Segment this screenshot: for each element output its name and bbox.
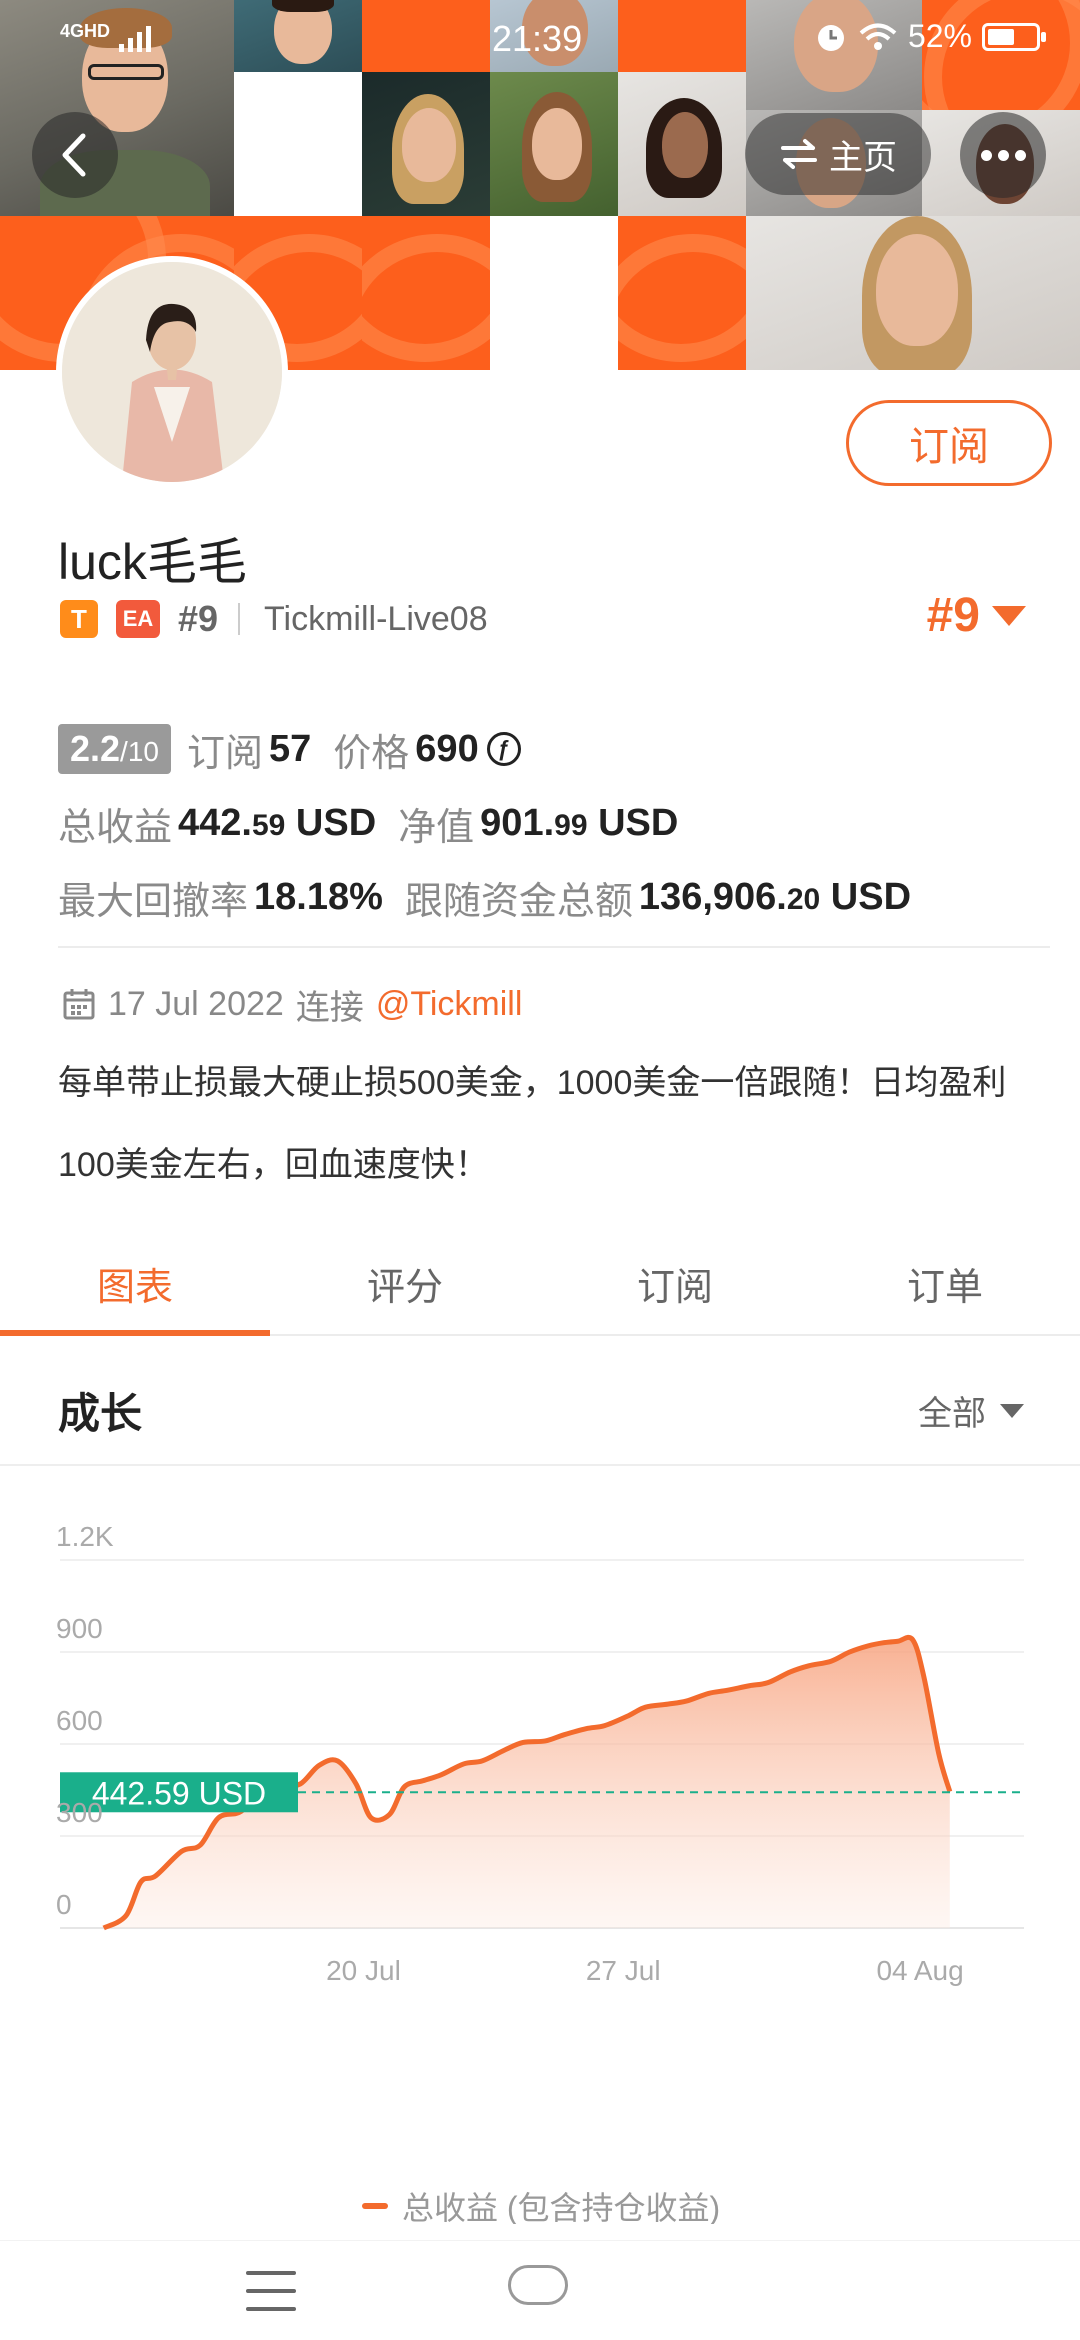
network-indicator: 4GHD (60, 22, 157, 54)
connect-info: 17 Jul 2022 连接 @Tickmill (62, 982, 523, 1027)
broker-link[interactable]: @Tickmill (376, 985, 523, 1024)
status-bar: 4GHD 21:39 52% (0, 0, 1080, 80)
total-profit-value: 442.59 USD (178, 801, 377, 844)
more-button[interactable] (960, 112, 1046, 198)
bottom-bar (0, 2240, 1080, 2340)
growth-chart-svg: 442.59 USD 0 300 600 900 1.2K 20 Jul 27 Jul 04 … (56, 1521, 1024, 1986)
home-label: 主页 (829, 138, 897, 177)
badge-ea: EA (116, 600, 160, 638)
growth-chart[interactable]: 442.59 USD 0 300 600 900 1.2K 20 Jul 27 Jul 04 … (0, 1468, 1080, 2228)
back-button[interactable] (32, 112, 118, 198)
y-tick-label: 0 (56, 1889, 72, 1920)
banner-photo-woman-blonde (362, 72, 490, 216)
dot-icon (1014, 149, 1026, 161)
legend-swatch (362, 2203, 388, 2209)
chart-title: 成长 (58, 1390, 143, 1437)
tab-rating[interactable]: 评分 (270, 1232, 540, 1334)
rank-dropdown[interactable]: #9 (927, 588, 1026, 643)
alarm-icon (817, 24, 844, 51)
battery-icon (982, 22, 1046, 51)
max-drawdown-label: 最大回撤率 (58, 880, 249, 923)
follow-funds-label: 跟随资金总额 (404, 880, 633, 923)
y-tick-label: 1.2K (56, 1521, 114, 1552)
divider (58, 946, 1050, 948)
price-value: 690 (415, 727, 479, 770)
coin-icon: ƒ (486, 732, 521, 766)
watermark (508, 2265, 568, 2305)
account-name: Tickmill-Live08 (264, 599, 488, 638)
y-tick-label: 900 (56, 1613, 103, 1644)
banner-photo-woman-curly (618, 72, 746, 216)
x-tick-label: 20 Jul (326, 1955, 401, 1986)
score-denominator: /10 (120, 736, 159, 767)
banner-tile (362, 216, 490, 370)
stats-block: 2.2/10 订阅 57 价格 690 ƒ 总收益 442.59 USD 净值 … (58, 712, 1038, 934)
legend-label: 总收益 (包含持仓收益) (402, 2190, 721, 2224)
equity-label: 净值 (398, 806, 475, 849)
banner-tile (618, 216, 746, 370)
current-value-label: 442.59 USD (92, 1775, 266, 1811)
subscribe-button[interactable]: 订阅 (846, 400, 1052, 486)
trader-meta: T EA #9 Tickmill-Live08 (60, 596, 488, 642)
connect-date: 17 Jul 2022 (108, 984, 284, 1023)
chart-header: 成长 全部 (0, 1336, 1080, 1466)
status-time: 21:39 (492, 18, 583, 59)
total-profit-label: 总收益 (58, 806, 173, 849)
subscribe-count-label: 订阅 (186, 732, 263, 775)
wifi-icon (859, 23, 897, 50)
trader-name: luck毛毛 (58, 534, 247, 590)
score-badge: 2.2/10 (58, 724, 171, 774)
equity-value: 901.99 USD (480, 801, 679, 844)
dot-icon (997, 149, 1009, 161)
caret-down-icon (992, 605, 1026, 626)
x-tick-label: 27 Jul (586, 1955, 661, 1986)
follow-funds-value: 136,906.20 USD (638, 875, 912, 918)
dot-icon (980, 149, 992, 161)
rank-value: #9 (926, 589, 980, 642)
x-tick-label: 04 Aug (876, 1955, 963, 1986)
switch-arrows-icon (781, 139, 817, 169)
subscribe-count: 57 (269, 727, 312, 770)
weibo-logo-icon (508, 2265, 568, 2305)
signal-icon (119, 26, 152, 52)
connect-text: 连接 (295, 988, 364, 1027)
banner-photo-woman-laughing (746, 216, 1080, 370)
tab-bar: 图表 评分 订阅 订单 (0, 1232, 1080, 1336)
y-tick-label: 600 (56, 1705, 103, 1736)
y-tick-label: 300 (56, 1797, 103, 1828)
calendar-icon (63, 989, 95, 1020)
badge-t: T (60, 600, 98, 638)
price-label: 价格 (333, 732, 410, 775)
max-drawdown-value: 18.18% (254, 875, 383, 918)
battery-percent: 52% (907, 18, 972, 54)
banner-photo-woman-park (490, 72, 618, 216)
switch-home-button[interactable]: 主页 (745, 113, 931, 195)
tab-orders[interactable]: 订单 (810, 1232, 1080, 1334)
avatar[interactable] (56, 256, 288, 488)
range-dropdown[interactable]: 全部 (918, 1386, 1024, 1435)
caret-down-icon (1000, 1403, 1024, 1418)
strategy-description: 每单带止损最大硬止损500美金，1000美金一倍跟随！日均盈利100美金左右，回… (58, 1064, 1007, 1184)
divider (238, 603, 241, 635)
chevron-left-icon (62, 133, 86, 177)
avatar-photo (62, 262, 282, 482)
score-value: 2.2 (70, 728, 121, 769)
tab-chart[interactable]: 图表 (0, 1232, 270, 1336)
chart-legend: 总收益 (包含持仓收益) (362, 2188, 720, 2224)
trader-rank: #9 (178, 598, 219, 639)
range-label: 全部 (918, 1395, 986, 1433)
tab-subscribe[interactable]: 订阅 (540, 1232, 810, 1334)
menu-icon[interactable] (246, 2271, 296, 2311)
